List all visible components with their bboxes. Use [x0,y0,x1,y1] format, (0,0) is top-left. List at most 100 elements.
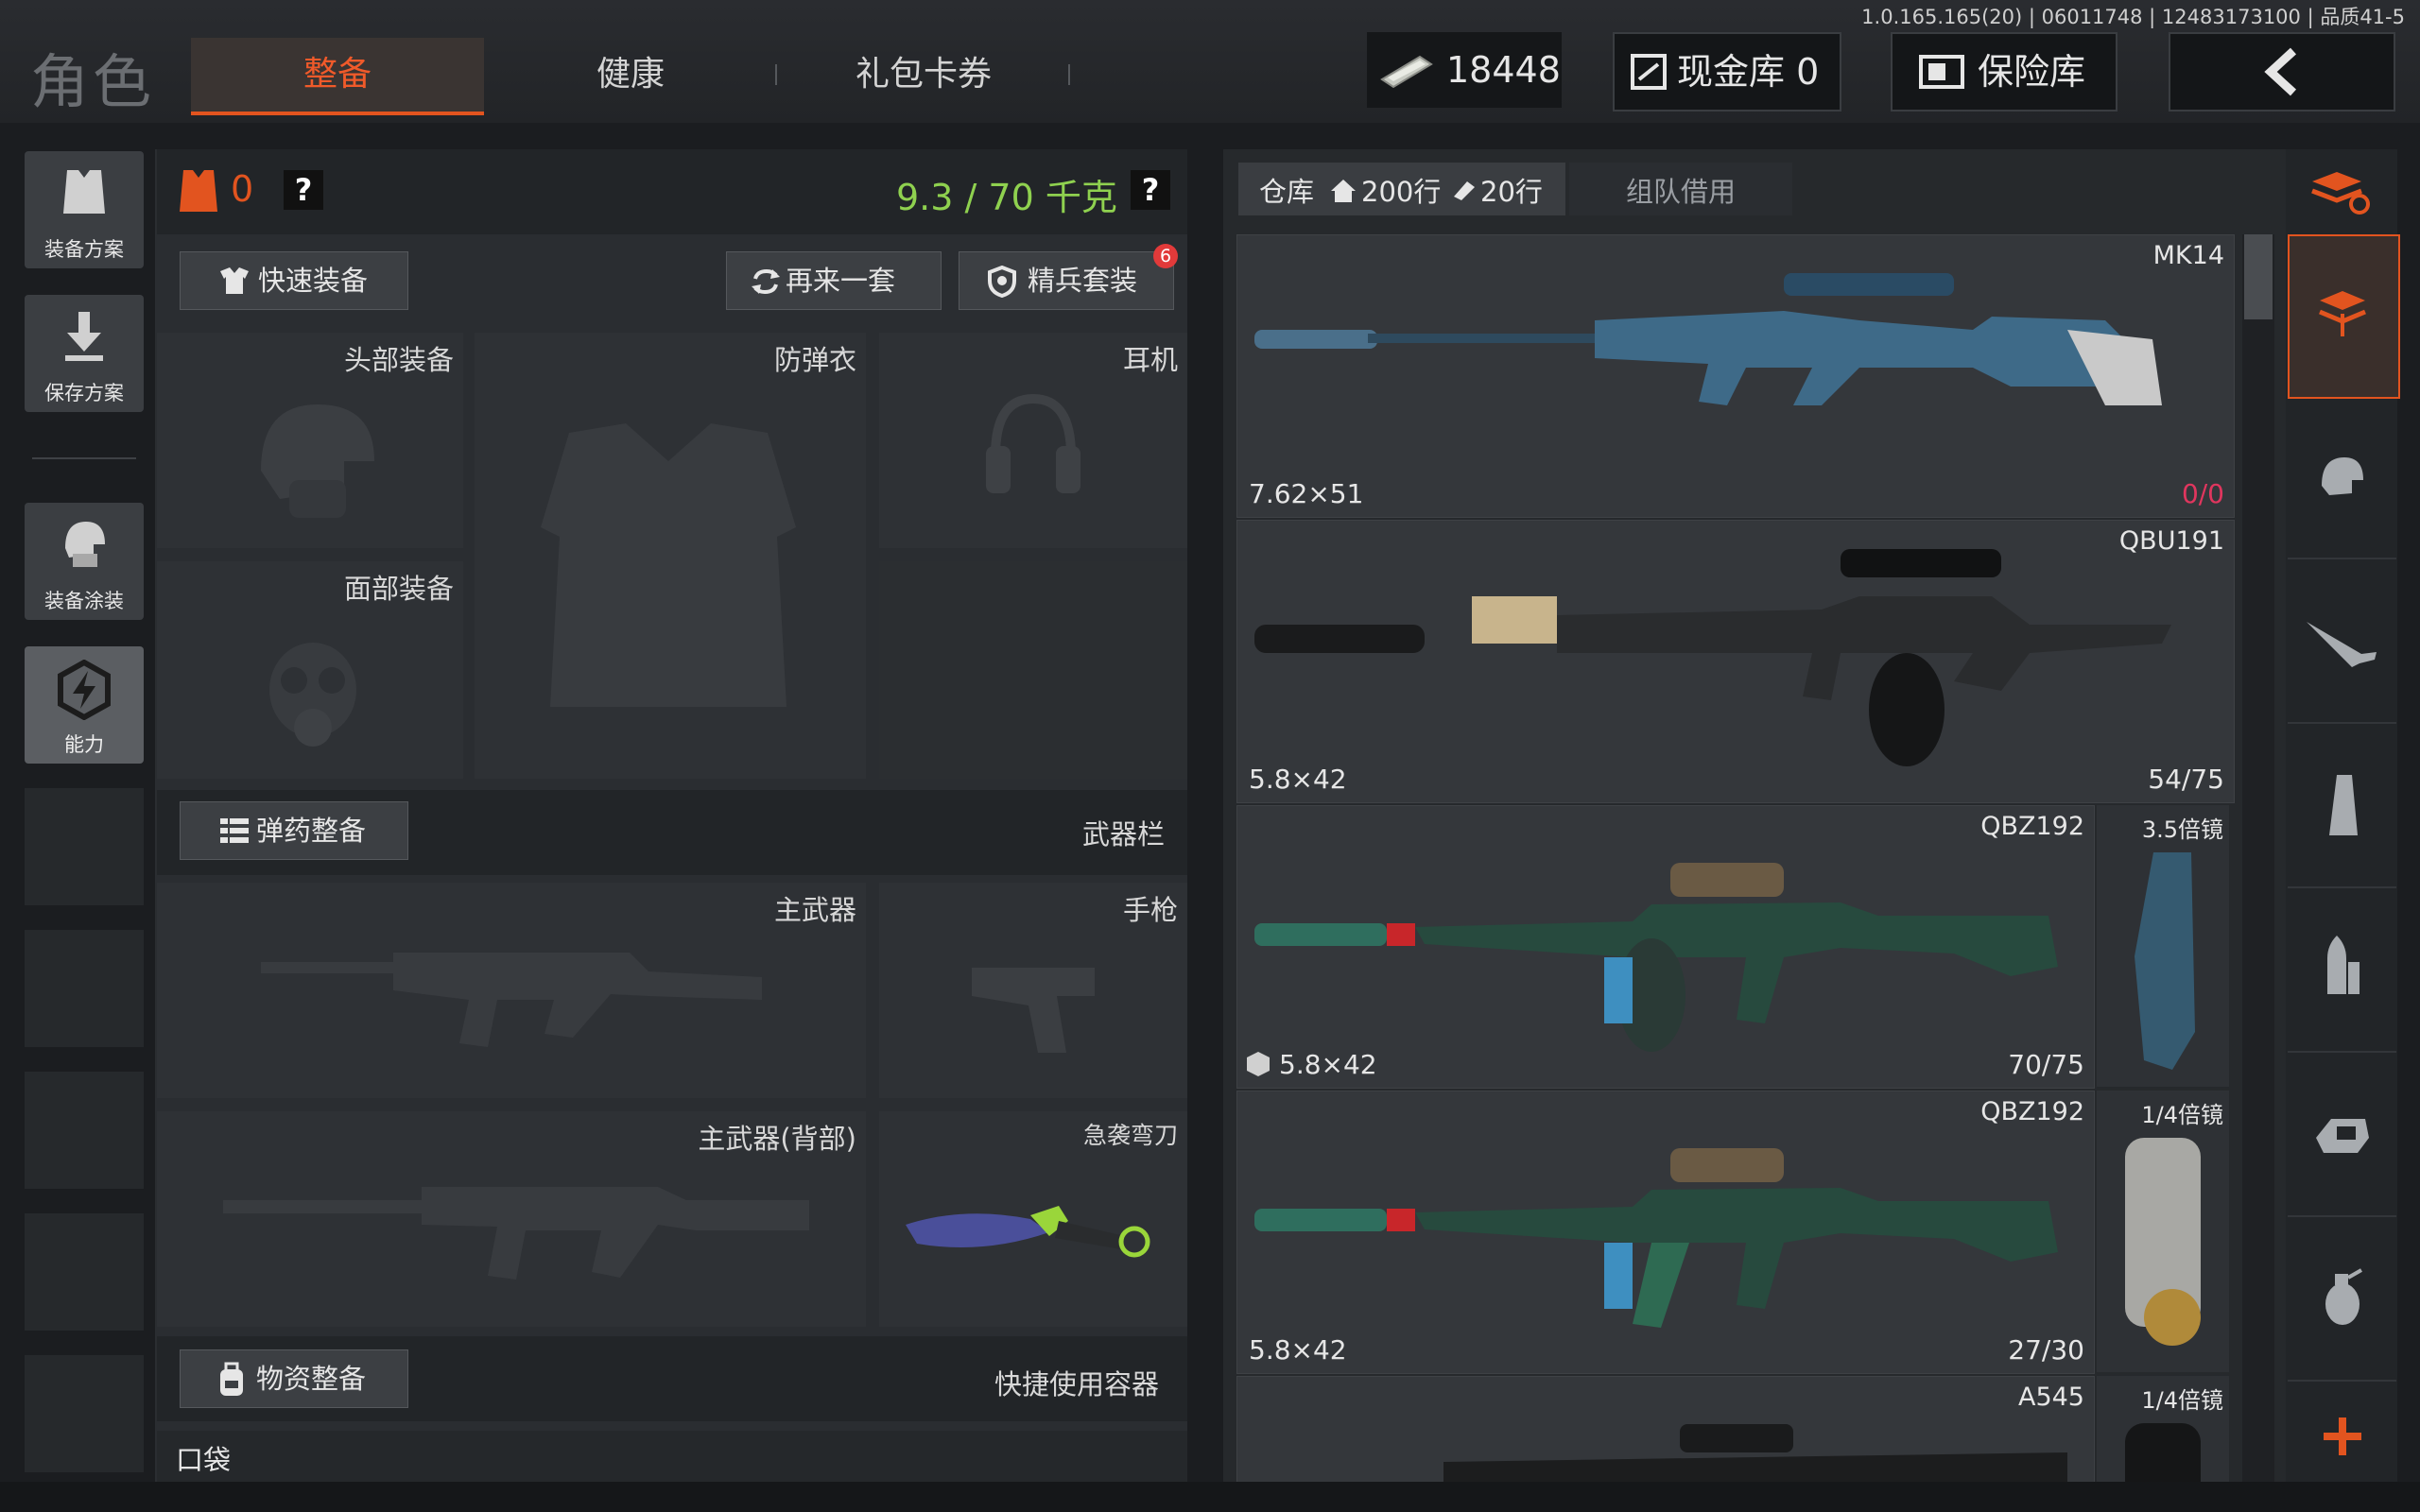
pistol-slot[interactable]: 手枪 [879,883,1187,1098]
warehouse-tab[interactable]: 仓库 200行 20行 [1238,163,1565,215]
face-gear-slot[interactable]: 面部装备 [157,561,463,779]
sight-icon [2316,1119,2369,1153]
cash-vault-button[interactable]: 现金库 0 [1613,32,1841,112]
empty-slot [25,788,144,905]
accessory-label: 1/4倍镜 [2141,1102,2223,1128]
scope-icon [2125,1138,2201,1346]
weapon-card[interactable]: A545 [1236,1376,2095,1484]
sort-button[interactable] [2288,151,2395,232]
quick-container-label: 快捷使用容器 [994,1368,1160,1400]
stack-download-icon [2319,291,2366,336]
bullet-icon [2327,936,2360,994]
shirt-icon [220,267,249,294]
pocket-label: 口袋 [176,1444,232,1476]
page-title: 角色 [30,47,156,116]
tab-loadout[interactable]: 整备 [191,38,484,115]
slot-label: 主武器(背部) [698,1123,856,1155]
scope-icon [2125,1423,2201,1482]
ammo-loadout-button[interactable]: 弹药整备 [180,801,408,860]
supply-loadout-button[interactable]: 物资整备 [180,1349,408,1408]
empty-gear-slot [879,561,1187,779]
save-plan-button[interactable]: 保存方案 [25,295,144,412]
ability-label: 能力 [64,733,104,756]
weapon-ammo: 0/0 [2181,478,2224,509]
weapon-card[interactable]: MK14 7.62×51 0/0 [1236,234,2235,518]
weight-value: 9.3 / 70 千克 [896,177,1117,218]
empty-slot [25,1355,144,1472]
team-borrow-tab[interactable]: 组队借用 [1569,163,1792,215]
category-ammo[interactable] [2288,890,2396,1053]
rifle-icon [1254,273,2162,405]
empty-slot [25,930,144,1047]
tab-gift-cards[interactable]: 礼包卡券 [777,38,1070,112]
knife-icon [906,1206,1150,1258]
vest-icon [63,170,105,214]
scrollbar-thumb[interactable] [2244,234,2273,319]
again-button[interactable]: 再来一套 [726,251,942,310]
body-armor-slot[interactable]: 防弹衣 [475,333,866,779]
tab-divider [1068,64,1070,85]
loadout-plan-button[interactable]: 装备方案 [25,151,144,268]
rifle-icon [1254,549,2171,766]
empty-slot [25,1072,144,1189]
ammo-icon [220,818,249,843]
save-plan-label: 保存方案 [44,382,124,404]
weapon-card[interactable]: QBZ192 5.8×42 70/75 [1236,805,2095,1089]
weapon-caliber: 5.8×42 [1249,764,1347,795]
slot-label: 耳机 [1122,344,1178,376]
accessory-slot[interactable]: 3.5倍镜 [2097,805,2229,1087]
scope-icon [2135,852,2195,1070]
rifle-icon [1254,863,2058,1052]
help-icon[interactable]: ? [284,170,323,210]
category-all[interactable] [2288,234,2400,399]
empty-slot [25,1213,144,1331]
refresh-icon [752,268,780,295]
bottom-strip [0,1482,2420,1512]
accessory-slot[interactable]: 1/4倍镜 [2097,1376,2229,1482]
cash-vault-label: 现金库 0 [1677,51,1820,93]
vault-icon [1631,54,1667,90]
earphone-slot[interactable]: 耳机 [879,333,1187,548]
accessory-slot[interactable]: 1/4倍镜 [2097,1091,2229,1372]
warehouse-rows: 200行 [1361,176,1442,208]
package-icon [1247,1052,1270,1076]
pocket-bar: 口袋 [157,1431,1187,1482]
category-rifles[interactable] [2288,561,2396,724]
currency-amount: 18448 [1446,49,1561,91]
weapon-caliber: 5.8×42 [1249,1334,1347,1366]
ability-button[interactable]: 能力 [25,646,144,764]
tab-health[interactable]: 健康 [484,38,777,112]
safe-box-button[interactable]: 保险库 [1891,32,2118,112]
back-button[interactable] [2169,32,2395,112]
category-consumables[interactable] [2288,1219,2396,1382]
accessory-label: 3.5倍镜 [2141,816,2223,843]
notification-badge: 6 [1153,244,1178,268]
back-weapon-slot[interactable]: 主武器(背部) [157,1111,866,1327]
melee-slot[interactable]: 急袭弯刀 [879,1111,1187,1327]
primary-weapon-slot[interactable]: 主武器 [157,883,866,1098]
warehouse-rows-2: 20行 [1480,176,1543,208]
add-category-button[interactable] [2288,1389,2395,1480]
scrollbar-track[interactable] [2242,234,2274,1482]
elite-kit-button[interactable]: 精兵套装 [959,251,1174,310]
stack-refresh-icon [2311,172,2370,215]
category-attachments[interactable] [2288,1055,2396,1217]
weapon-card[interactable]: QBZ192 5.8×42 27/30 [1236,1091,2095,1374]
armor-icon [180,170,217,212]
safe-icon [1919,55,1964,89]
rifle-icon [223,1187,809,1280]
slot-label: 急袭弯刀 [1082,1122,1178,1149]
slot-label: 防弹衣 [773,344,856,376]
loadout-plan-label: 装备方案 [44,238,124,261]
ammo-loadout-label: 弹药整备 [256,815,367,847]
accessory-label: 1/4倍镜 [2141,1387,2223,1414]
head-gear-slot[interactable]: 头部装备 [157,333,463,548]
category-magazines[interactable] [2288,726,2396,888]
weapon-card[interactable]: QBU191 5.8×42 54/75 [1236,520,2235,803]
helmet-icon [261,404,374,518]
category-armor[interactable] [2288,397,2396,559]
weight-help-icon[interactable]: ? [1131,170,1170,210]
quick-equip-button[interactable]: 快速装备 [180,251,408,310]
slot-label: 手枪 [1122,894,1178,926]
gear-skin-button[interactable]: 装备涂装 [25,503,144,620]
